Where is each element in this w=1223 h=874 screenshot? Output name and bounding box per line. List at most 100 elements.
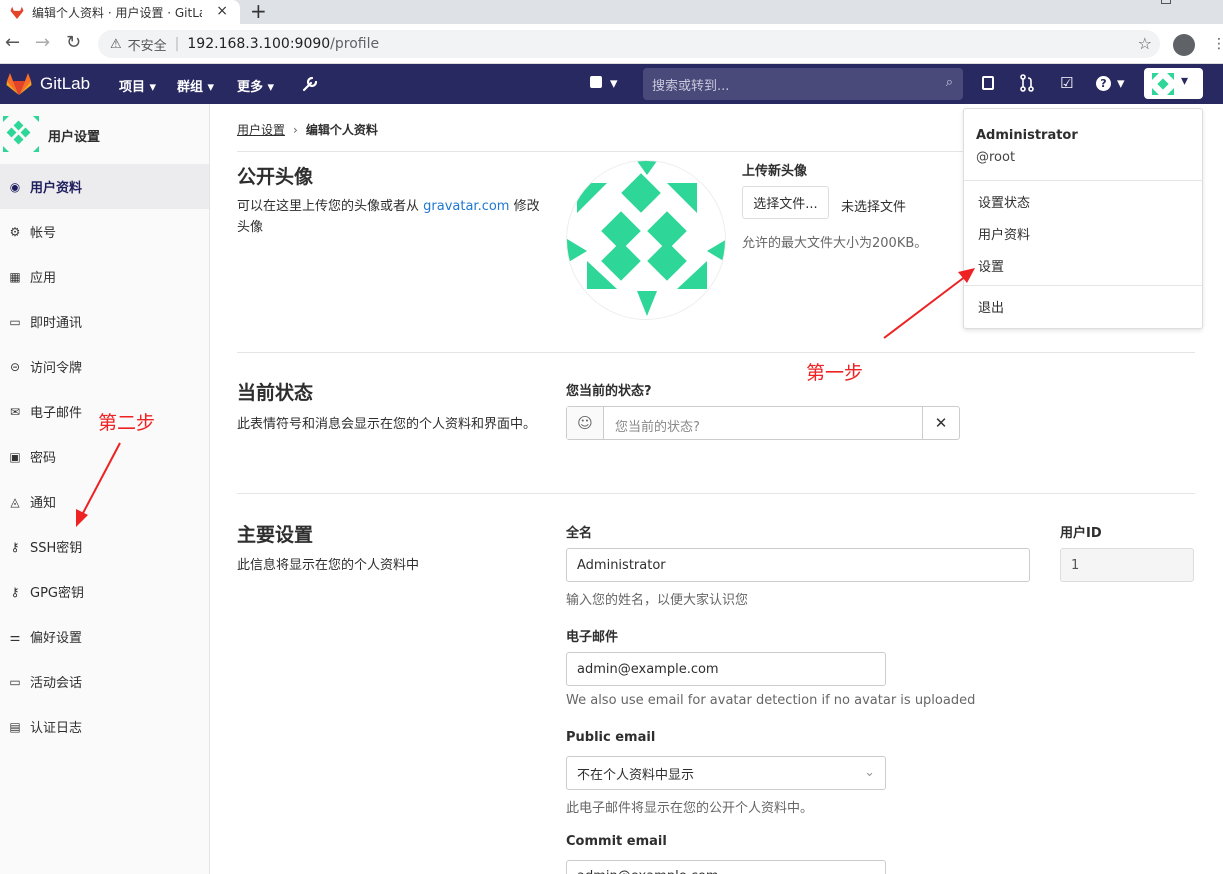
sidebar-item-12[interactable]: ▤ 认证日志	[0, 704, 209, 749]
public-email-select[interactable]: 不在个人资料中显示 ⌄	[566, 756, 886, 790]
sidebar-item-0[interactable]: ◉ 用户资料	[0, 164, 209, 209]
dropdown-user-name[interactable]: Administrator	[976, 128, 1078, 143]
user-circle-icon: ◉	[9, 179, 21, 194]
fullname-field[interactable]: Administrator	[566, 548, 1030, 582]
userid-label: 用户ID	[1060, 526, 1102, 541]
sidebar-item-10[interactable]: ⚌ 偏好设置	[0, 614, 209, 659]
status-section-title: 当前状态	[237, 382, 314, 404]
search-input[interactable]: 搜索或转到... ⌕	[643, 68, 963, 100]
sidebar-item-8[interactable]: ⚷ SSH密钥	[0, 524, 209, 569]
menu-sign-out[interactable]: 退出	[978, 297, 1004, 316]
step2-annotation: 第二步	[98, 412, 156, 434]
avatar-desc-text: 可以在这里上传您的头像或者从	[237, 199, 424, 214]
step1-arrow	[883, 275, 967, 339]
sliders-icon: ⚌	[9, 629, 21, 644]
commit-email-select[interactable]: admin@example.com	[566, 860, 886, 874]
sidebar-item-4[interactable]: ⊝ 访问令牌	[0, 344, 209, 389]
tab-close-icon[interactable]: ×	[216, 3, 228, 19]
menu-settings[interactable]: 设置	[978, 256, 1004, 275]
chevron-down-icon: ⌄	[864, 765, 875, 780]
reload-icon[interactable]: ↻	[66, 33, 81, 53]
fullname-help: 输入您的姓名，以便大家认识您	[566, 593, 749, 608]
sidebar-item-label: 偏好设置	[30, 631, 83, 646]
choose-file-button[interactable]: 选择文件...	[742, 186, 829, 219]
help-chevron-icon[interactable]: ▾	[1117, 74, 1125, 92]
key-icon: ⚷	[10, 539, 20, 554]
user-menu-button[interactable]: ▾	[1144, 68, 1203, 99]
sidebar-item-label: SSH密钥	[30, 541, 83, 556]
lock-icon: ▣	[9, 449, 21, 464]
gravatar-link[interactable]: gravatar.com	[423, 199, 509, 214]
step1-annotation: 第一步	[806, 362, 864, 384]
chat-icon: ▭	[9, 314, 21, 329]
browser-menu-icon[interactable]: ⋮	[1212, 36, 1223, 52]
url-divider: |	[174, 36, 180, 52]
menu-set-status[interactable]: 设置状态	[978, 192, 1030, 211]
tab-title: 编辑个人资料 · 用户设置 · GitLab	[32, 5, 202, 20]
upload-size-hint: 允许的最大文件大小为200KB。	[742, 236, 928, 251]
menu-profile[interactable]: 用户资料	[978, 224, 1030, 243]
grid-apps-icon: ▦	[9, 269, 21, 284]
brand-name[interactable]: GitLab	[40, 74, 90, 94]
sidebar-item-1[interactable]: ⚙ 帐号	[0, 209, 209, 254]
breadcrumb-parent[interactable]: 用户设置	[237, 123, 285, 137]
url-field[interactable]: ⚠ 不安全 | 192.168.3.100:9090/profile ☆	[98, 30, 1160, 58]
insecure-label[interactable]: 不安全	[128, 35, 167, 54]
token-icon: ⊝	[9, 359, 21, 374]
status-label: 您当前的状态?	[566, 384, 652, 399]
create-chevron-icon[interactable]: ▾	[610, 74, 618, 92]
sidebar-item-11[interactable]: ▭ 活动会话	[0, 659, 209, 704]
breadcrumb-separator: ›	[293, 123, 298, 137]
url-host: 192.168.3.100:9090	[187, 36, 331, 52]
email-field[interactable]: admin@example.com	[566, 652, 886, 686]
gitlab-logo-icon[interactable]	[6, 72, 32, 96]
profile-avatar	[566, 160, 726, 320]
nav-groups[interactable]: 群组 ▾	[177, 76, 214, 95]
browser-tab[interactable]: 编辑个人资料 · 用户设置 · GitLab ×	[0, 0, 240, 24]
status-section-desc: 此表情符号和消息会显示在您的个人资料和界面中。	[237, 417, 537, 432]
key-icon: ⚷	[10, 584, 20, 599]
userid-field[interactable]: 1	[1060, 548, 1194, 582]
sidebar-item-label: 电子邮件	[30, 406, 83, 421]
warning-icon[interactable]: ⚠	[110, 37, 122, 52]
help-icon[interactable]: ?	[1096, 76, 1111, 91]
sidebar-title[interactable]: 用户设置	[48, 126, 100, 145]
search-placeholder: 搜索或转到...	[652, 78, 730, 94]
fullname-label: 全名	[566, 526, 593, 541]
sidebar-item-9[interactable]: ⚷ GPG密钥	[0, 569, 209, 614]
nav-more[interactable]: 更多 ▾	[237, 76, 274, 95]
clear-status-icon[interactable]: ✕	[922, 407, 959, 439]
back-icon[interactable]: ←	[5, 33, 20, 53]
main-section-title: 主要设置	[237, 524, 314, 546]
user-dropdown-menu: Administrator @root 设置状态 用户资料 设置 退出	[963, 108, 1203, 329]
breadcrumb: 用户设置 › 编辑个人资料	[237, 121, 378, 138]
sidebar-item-label: 密码	[30, 451, 57, 466]
emoji-picker-icon[interactable]: ☺	[567, 407, 604, 439]
sidebar-item-label: GPG密钥	[30, 586, 84, 601]
wrench-icon[interactable]	[301, 75, 319, 93]
issues-icon[interactable]	[982, 76, 994, 90]
url-path: /profile	[330, 36, 380, 52]
forward-icon[interactable]: →	[35, 33, 50, 53]
sidebar-item-3[interactable]: ▭ 即时通讯	[0, 299, 209, 344]
bookmark-star-icon[interactable]: ☆	[1138, 34, 1152, 53]
window-restore-icon[interactable]	[1161, 0, 1171, 4]
avatar-section-desc: 可以在这里上传您的头像或者从 gravatar.com 修改头像	[237, 196, 547, 238]
nav-projects[interactable]: 项目 ▾	[119, 76, 156, 95]
dropdown-username[interactable]: @root	[976, 150, 1015, 165]
breadcrumb-current: 编辑个人资料	[305, 123, 378, 137]
browser-account-icon[interactable]	[1173, 34, 1195, 56]
create-new-icon[interactable]	[590, 76, 602, 88]
todos-icon[interactable]: ☑	[1060, 74, 1073, 92]
sidebar-item-2[interactable]: ▦ 应用	[0, 254, 209, 299]
dropdown-divider	[964, 285, 1202, 286]
new-tab-button[interactable]: +	[250, 0, 267, 22]
sidebar-item-6[interactable]: ▣ 密码	[0, 434, 209, 479]
sidebar-item-7[interactable]: ◬ 通知	[0, 479, 209, 524]
status-input[interactable]: ☺ 您当前的状态? ✕	[566, 406, 960, 440]
commit-email-label: Commit email	[566, 834, 667, 849]
avatar-section-title: 公开头像	[237, 166, 314, 188]
address-bar-row: ← → ↻ ⚠ 不安全 | 192.168.3.100:9090/profile…	[0, 24, 1223, 64]
merge-requests-icon[interactable]	[1019, 74, 1035, 92]
divider	[237, 493, 1195, 494]
